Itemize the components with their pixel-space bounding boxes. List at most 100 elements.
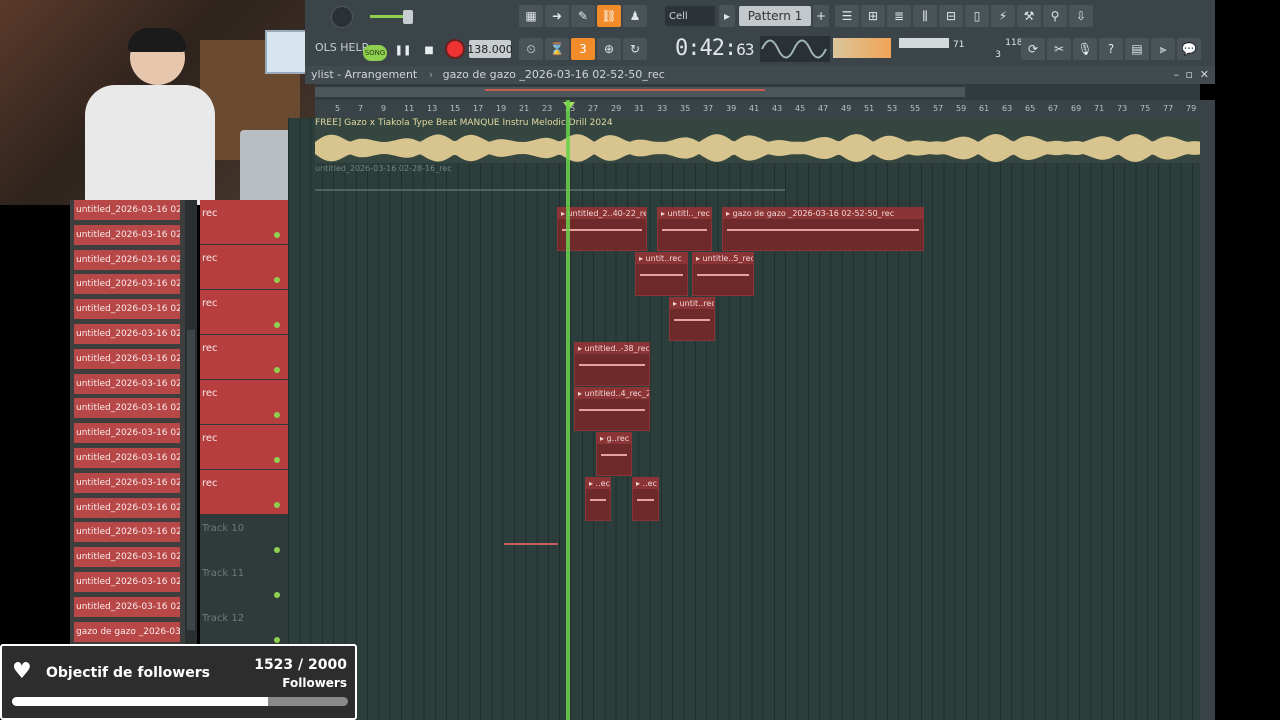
mixer-list-icon[interactable]: ≣ xyxy=(887,5,911,27)
timeline-ruler[interactable]: 5 7 9 11 13 15 17 19 21 23 25 27 29 31 33 35 37 39 41 43 45 4… xyxy=(315,100,1200,118)
track-enable-led[interactable] xyxy=(274,547,280,553)
track-header[interactable]: rec xyxy=(200,470,288,514)
track-header[interactable]: rec xyxy=(200,200,288,244)
ruler-tick: 31 xyxy=(634,104,645,113)
track-enable-led[interactable] xyxy=(274,277,280,283)
help-menu[interactable]: OLS HELP xyxy=(315,41,368,54)
ruler-tick: 75 xyxy=(1140,104,1151,113)
track-header[interactable]: rec xyxy=(200,245,288,289)
ruler-tick: 73 xyxy=(1117,104,1128,113)
track-name-item[interactable]: gazo de gazo _2026-03.. xyxy=(74,621,180,642)
track-header[interactable]: rec xyxy=(200,290,288,334)
track-header[interactable]: Track 11 xyxy=(200,560,288,604)
horizontal-scrollbar[interactable] xyxy=(315,84,1200,100)
mixer-fader-icon[interactable]: ⫸ xyxy=(1151,38,1175,60)
playlist-vertical-scrollbar[interactable] xyxy=(1200,100,1215,720)
snap-select[interactable]: Cell xyxy=(665,6,715,26)
track-name-item[interactable]: untitled_2026-03-16 02.. xyxy=(74,299,180,320)
track-name-item[interactable]: untitled_2026-03-16 02.. xyxy=(74,348,180,369)
track-header[interactable]: rec xyxy=(200,425,288,469)
download-icon[interactable]: ⇩ xyxy=(1069,5,1093,27)
piano-icon[interactable]: ▦ xyxy=(519,5,543,27)
breadcrumb[interactable]: gazo de gazo _2026-03-16 02-52-50_rec xyxy=(443,68,665,81)
pattern-selector[interactable]: Pattern 1 xyxy=(739,6,811,26)
wall-picture xyxy=(265,30,309,74)
refresh-icon[interactable]: ⟳ xyxy=(1021,38,1045,60)
track-header[interactable]: Track 10 xyxy=(200,515,288,559)
countdown-icon[interactable]: 3 xyxy=(571,38,595,60)
window-title: ylist - Arrangement xyxy=(311,68,418,81)
track-header[interactable]: rec xyxy=(200,380,288,424)
channel-rack-icon[interactable]: ⊞ xyxy=(861,5,885,27)
track-enable-led[interactable] xyxy=(274,232,280,238)
ruler-tick: 77 xyxy=(1163,104,1174,113)
metronome-icon[interactable]: ⏲ xyxy=(519,38,543,60)
track-enable-led[interactable] xyxy=(274,412,280,418)
arrow-right-icon[interactable]: ➜ xyxy=(545,5,569,27)
tempo-display[interactable]: 138.000 xyxy=(467,40,513,58)
track-name-item[interactable]: untitled_2026-03-16 02.. xyxy=(74,423,180,444)
track-enable-led[interactable] xyxy=(274,637,280,643)
track-name-item[interactable]: untitled_2026-03-16 02.. xyxy=(74,596,180,617)
plugin-icon[interactable]: ⚡ xyxy=(991,5,1015,27)
pattern-add-icon[interactable]: + xyxy=(813,5,829,27)
track-name-item[interactable]: untitled_2026-03-16 02.. xyxy=(74,572,180,592)
track-name-item[interactable]: untitled_2026-03-16 02.. xyxy=(74,249,180,270)
vertical-scrollbar[interactable] xyxy=(185,200,197,645)
follower-count: 1523 / 2000 xyxy=(254,657,347,673)
track-header-label: rec xyxy=(202,388,218,399)
track-name-item[interactable]: untitled_2026-03-16 02.. xyxy=(74,497,180,518)
track-name-item[interactable]: untitled_2026-03-16 02.. xyxy=(74,472,180,493)
wait-icon[interactable]: ⌛ xyxy=(545,38,569,60)
track-name-item[interactable]: untitled_2026-03-16 02.. xyxy=(74,274,180,295)
record-button[interactable] xyxy=(445,39,465,59)
recording-track-row[interactable]: untitled_2026-03-16 02-28-16_rec xyxy=(315,163,795,200)
track-name-item[interactable]: untitled_2026-03-16 02.. xyxy=(74,522,180,543)
pencil-icon[interactable]: ✎ xyxy=(571,5,595,27)
pause-icon[interactable]: ❚❚ xyxy=(393,40,413,60)
track-name-item[interactable]: untitled_2026-03-16 02.. xyxy=(74,448,180,468)
file-icon[interactable]: ▯ xyxy=(965,5,989,27)
stamp-icon[interactable]: ♟ xyxy=(623,5,647,27)
minimize-icon[interactable]: – xyxy=(1174,66,1180,84)
playlist-icon[interactable]: ☰ xyxy=(835,5,859,27)
link-icon[interactable]: ⛓ xyxy=(597,5,621,27)
track-enable-led[interactable] xyxy=(274,322,280,328)
track-name-item[interactable]: untitled_2026-03-16 02.. xyxy=(74,373,180,394)
chat-icon[interactable]: 💬 xyxy=(1177,38,1201,60)
vertical-scroll-thumb[interactable] xyxy=(187,330,195,630)
waveform-icon xyxy=(761,39,827,59)
maximize-icon[interactable]: ▫ xyxy=(1186,66,1193,84)
loop-record-icon[interactable]: ↻ xyxy=(623,38,647,60)
slider-handle[interactable] xyxy=(403,10,413,24)
track-name-item[interactable]: untitled_2026-03-16 02.. xyxy=(74,224,180,245)
master-volume-knob[interactable] xyxy=(331,6,353,28)
track-enable-led[interactable] xyxy=(274,502,280,508)
track-name-item[interactable]: untitled_2026-03-16 02.. xyxy=(74,398,180,419)
song-mode-toggle[interactable]: SONG xyxy=(363,45,387,61)
recording-clip-title: untitled_2026-03-16 02-28-16_rec xyxy=(315,164,452,173)
tool-icon[interactable]: ⚒ xyxy=(1017,5,1041,27)
stop-icon[interactable]: ■ xyxy=(419,40,439,60)
microphone-icon[interactable]: 🎙 xyxy=(1073,38,1097,60)
track-enable-led[interactable] xyxy=(274,592,280,598)
help-icon[interactable]: ? xyxy=(1099,38,1123,60)
save-icon[interactable]: ▤ xyxy=(1125,38,1149,60)
mixer-icon[interactable]: ⫼ xyxy=(913,5,937,27)
blend-icon[interactable]: ⊕ xyxy=(597,38,621,60)
track-header-label: rec xyxy=(202,433,218,444)
track-name-item[interactable]: untitled_2026-03-16 02.. xyxy=(74,324,180,344)
track-name-item[interactable]: untitled_2026-03-16 02.. xyxy=(74,200,180,220)
ruler-tick: 55 xyxy=(910,104,921,113)
browser-icon[interactable]: ⊟ xyxy=(939,5,963,27)
cut-icon[interactable]: ✂ xyxy=(1047,38,1071,60)
playlist-grid[interactable] xyxy=(288,118,1200,720)
track-header[interactable]: rec xyxy=(200,335,288,379)
pattern-prev-icon[interactable]: ▸ xyxy=(719,5,735,27)
pin-icon[interactable]: ⚲ xyxy=(1043,5,1067,27)
track-enable-led[interactable] xyxy=(274,457,280,463)
track-header[interactable]: Track 12 xyxy=(200,605,288,649)
track-enable-led[interactable] xyxy=(274,367,280,373)
close-icon[interactable]: ✕ xyxy=(1200,66,1209,84)
track-name-item[interactable]: untitled_2026-03-16 02.. xyxy=(74,547,180,568)
